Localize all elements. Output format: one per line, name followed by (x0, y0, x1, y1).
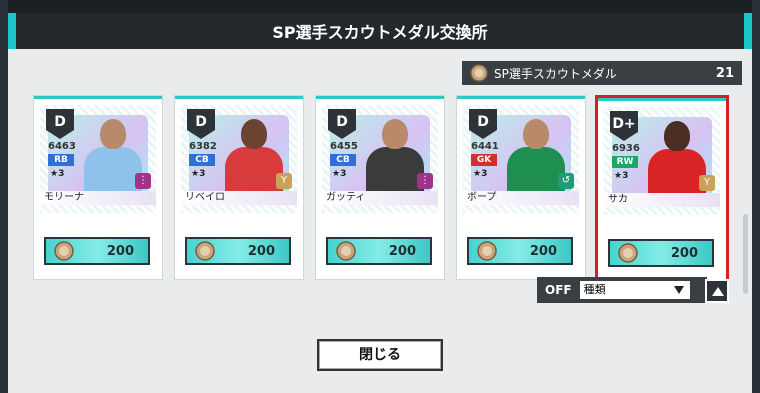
medal-coin-icon (470, 64, 488, 82)
overall-value: 6455 (330, 141, 358, 152)
player-name: ガッティ (322, 191, 438, 205)
player-card[interactable]: D 6441 GK ★3 ↺ ボープ 200 (457, 96, 585, 279)
player-name: サカ (604, 193, 720, 207)
medal-balance: SP選手スカウトメダル 21 (462, 61, 742, 85)
player-name: リベイロ (181, 191, 297, 205)
skill-icon: Y (276, 173, 292, 189)
star-rating: ★3 (614, 171, 629, 181)
player-name: ボープ (463, 191, 579, 205)
cost-button[interactable]: 200 (44, 237, 150, 265)
background-edge-right (752, 0, 760, 393)
medal-coin-icon (336, 241, 356, 261)
cost-value: 200 (106, 243, 134, 259)
chevron-down-icon (673, 286, 684, 294)
arrow-up-icon (712, 287, 724, 296)
filter-toggle[interactable]: OFF (545, 283, 572, 297)
medal-coin-icon (54, 241, 74, 261)
cost-value: 200 (529, 243, 557, 259)
skill-icon: ⋮ (417, 173, 433, 189)
filter-bar: OFF 種類 (537, 277, 707, 303)
star-rating: ★3 (191, 169, 206, 179)
player-card[interactable]: D 6463 RB ★3 ⋮ モリーナ 200 (34, 96, 162, 279)
overall-value: 6936 (612, 143, 640, 154)
position-badge: CB (189, 154, 215, 166)
cost-button[interactable]: 200 (467, 237, 573, 265)
skill-icon: ⋮ (135, 173, 151, 189)
star-rating: ★3 (473, 169, 488, 179)
cost-value: 200 (388, 243, 416, 259)
medal-count: 21 (715, 65, 734, 81)
window-title: SP選手スカウトメダル交換所 (8, 13, 752, 49)
position-badge: RW (612, 156, 638, 168)
star-rating: ★3 (50, 169, 65, 179)
overall-value: 6463 (48, 141, 76, 152)
cost-button[interactable]: 200 (326, 237, 432, 265)
cost-value: 200 (247, 243, 275, 259)
overall-value: 6382 (189, 141, 217, 152)
position-badge: RB (48, 154, 74, 166)
skill-icon: ↺ (558, 173, 574, 189)
player-card-selected[interactable]: D+ 6936 RW ★3 Y サカ 200 (598, 98, 726, 281)
background-edge-left (0, 0, 8, 393)
position-badge: GK (471, 154, 497, 166)
skill-icon: Y (699, 175, 715, 191)
overall-value: 6441 (471, 141, 499, 152)
scrollbar[interactable] (743, 214, 748, 294)
player-card[interactable]: D 6455 CB ★3 ⋮ ガッティ 200 (316, 96, 444, 279)
star-rating: ★3 (332, 169, 347, 179)
sort-dropdown[interactable]: 種類 (579, 281, 690, 299)
sort-order-button[interactable] (705, 279, 729, 303)
cost-value: 200 (670, 245, 698, 261)
player-card[interactable]: D 6382 CB ★3 Y リベイロ 200 (175, 96, 303, 279)
exchange-panel: SP選手スカウトメダル 21 D 6463 RB ★3 ⋮ モリーナ 200 D… (8, 49, 752, 393)
close-button[interactable]: 閉じる (317, 339, 443, 371)
medal-coin-icon (618, 243, 638, 263)
medal-coin-icon (195, 241, 215, 261)
cost-button[interactable]: 200 (608, 239, 714, 267)
medal-coin-icon (477, 241, 497, 261)
player-name: モリーナ (40, 191, 156, 205)
medal-label: SP選手スカウトメダル (494, 66, 617, 81)
cost-button[interactable]: 200 (185, 237, 291, 265)
sort-value: 種類 (583, 283, 606, 296)
position-badge: CB (330, 154, 356, 166)
